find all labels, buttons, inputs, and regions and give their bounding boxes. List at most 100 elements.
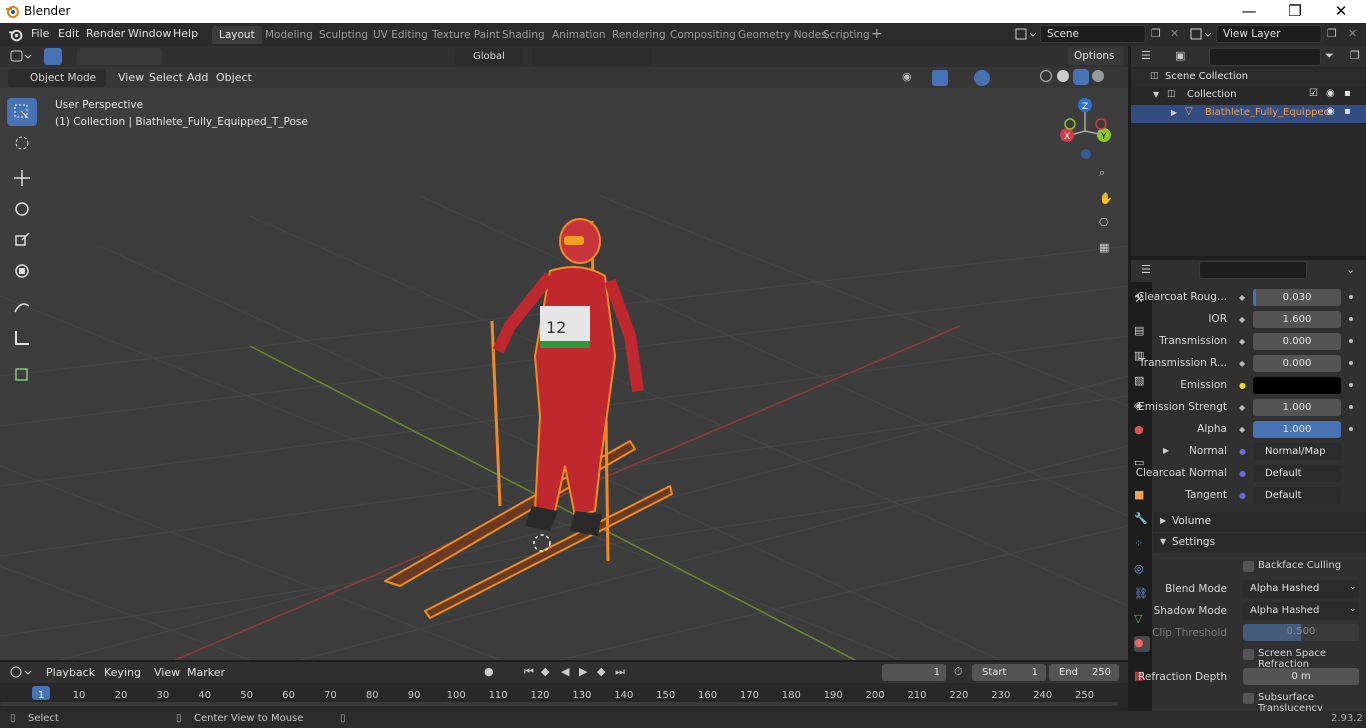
vector-socket-icon[interactable]: ● (1239, 447, 1247, 456)
blender-menu-icon[interactable] (8, 27, 23, 42)
new-scene-icon[interactable]: ❐ (1151, 27, 1161, 40)
color-socket-icon[interactable]: ● (1239, 381, 1247, 390)
tool-cursor[interactable] (7, 129, 37, 157)
emission-color-swatch[interactable] (1253, 377, 1341, 394)
collection-eye-icon[interactable]: ◉ (1326, 88, 1335, 99)
minimize-button[interactable]: — (1226, 0, 1272, 23)
clearcoat-normal-field[interactable]: Default (1253, 465, 1341, 482)
clip-threshold-field[interactable]: 0.500 (1243, 624, 1359, 641)
visibility-icon[interactable]: ◉ (902, 70, 912, 83)
viewport-menu-view[interactable]: View (118, 71, 144, 84)
keyframe-dot[interactable] (1349, 295, 1353, 299)
socket-icon[interactable]: ◆ (1239, 425, 1247, 434)
transmission-roughness-field[interactable]: 0.000 (1253, 355, 1341, 372)
jump-end-icon[interactable]: ⏭ (615, 665, 625, 679)
constraints-tab-icon[interactable]: ⛓ (1134, 587, 1150, 603)
marker-menu[interactable]: Marker (187, 666, 225, 679)
backface-culling-checkbox[interactable] (1243, 561, 1254, 572)
solid-shading-icon[interactable] (1057, 70, 1069, 82)
particles-tab-icon[interactable]: ⁘ (1134, 537, 1150, 553)
select-box-tool-icon[interactable] (44, 48, 62, 65)
keyframe-dot[interactable] (1349, 383, 1353, 387)
options-button[interactable]: Options (1068, 47, 1123, 65)
vector-socket-icon[interactable]: ● (1239, 469, 1247, 478)
physics-tab-icon[interactable]: ◎ (1134, 562, 1150, 578)
material-tab-icon[interactable]: ● (1134, 636, 1150, 652)
refraction-depth-field[interactable]: 0 m (1243, 668, 1359, 685)
socket-icon[interactable]: ◆ (1239, 337, 1247, 346)
viewport-menu-object[interactable]: Object (216, 71, 252, 84)
collection-camera-icon[interactable]: ▪ (1344, 88, 1351, 99)
properties-search-input[interactable] (1199, 261, 1307, 279)
socket-icon[interactable]: ◆ (1239, 315, 1247, 324)
menu-edit[interactable]: Edit (58, 27, 79, 40)
view-layer-selector-icon[interactable] (1190, 27, 1212, 42)
timeline-view-menu[interactable]: View (154, 666, 180, 679)
outliner-search-input[interactable] (1209, 48, 1321, 66)
scene-field[interactable]: Scene (1040, 25, 1146, 43)
outliner-row-scene-collection[interactable]: ◫ Scene Collection (1131, 69, 1366, 87)
tool-scale[interactable] (7, 226, 37, 254)
keyframe-dot[interactable] (1349, 339, 1353, 343)
settings-panel-header[interactable]: ▼ Settings (1153, 533, 1366, 553)
tangent-field[interactable]: Default (1253, 487, 1341, 504)
menu-help[interactable]: Help (173, 27, 198, 40)
biathlete-model[interactable]: 12 (380, 166, 680, 626)
tool-move[interactable] (7, 164, 37, 192)
socket-icon[interactable]: ◆ (1239, 359, 1247, 368)
shadow-mode-dropdown[interactable]: Alpha Hashed (1243, 602, 1359, 620)
normal-expand-icon[interactable]: ▶ (1163, 446, 1169, 455)
3d-viewport[interactable]: 12 Global Options Object Mode View Selec… (0, 46, 1128, 660)
object-eye-icon[interactable]: ◉ (1326, 106, 1335, 117)
tool-measure[interactable] (7, 324, 37, 352)
jump-start-icon[interactable]: ⏮ (524, 665, 534, 679)
next-keyframe-icon[interactable]: ◆ (597, 665, 605, 678)
screen-refraction-checkbox[interactable] (1243, 649, 1254, 660)
object-expand-icon[interactable]: ▶ (1171, 108, 1177, 117)
tool-select-box[interactable] (7, 98, 37, 126)
delete-view-layer-icon[interactable]: ✕ (1348, 27, 1357, 40)
ortho-toggle-icon[interactable]: ▦ (1099, 241, 1119, 261)
transmission-field[interactable]: 0.000 (1253, 333, 1341, 350)
record-icon[interactable]: ● (484, 665, 494, 678)
ior-field[interactable]: 1.600 (1253, 311, 1341, 328)
wireframe-shading-icon[interactable] (1040, 70, 1052, 82)
viewport-shading-controls[interactable]: ◉ (902, 69, 1112, 86)
outliner-display-mode-icon[interactable]: ▣ (1175, 49, 1185, 62)
material-preview-shading-icon[interactable] (1073, 69, 1089, 85)
view-layer-field[interactable]: View Layer (1216, 25, 1322, 43)
tool-transform[interactable] (7, 257, 37, 285)
alpha-field[interactable]: 1.000 (1253, 421, 1341, 438)
transform-orientation-dropdown[interactable]: Global (455, 48, 523, 65)
prev-keyframe-icon[interactable]: ◆ (541, 665, 549, 678)
navigation-gizmo[interactable]: Z X Y (1055, 96, 1115, 166)
menu-render[interactable]: Render (86, 27, 125, 40)
gizmo-toggle-icon[interactable] (932, 70, 948, 86)
camera-view-icon[interactable]: ⎔ (1099, 216, 1119, 236)
keyframe-dot[interactable] (1349, 427, 1353, 431)
overlay-toggle-icon[interactable] (974, 70, 990, 86)
tab-modeling[interactable]: Modeling (258, 26, 320, 44)
collection-checkbox-icon[interactable]: ☑ (1309, 88, 1318, 99)
socket-icon[interactable]: ◆ (1239, 293, 1247, 302)
tab-animation[interactable]: Animation (545, 26, 613, 44)
scene-selector-icon[interactable] (1015, 27, 1037, 42)
keyframe-dot[interactable] (1349, 405, 1353, 409)
blend-mode-dropdown[interactable]: Alpha Hashed (1243, 580, 1359, 598)
keying-menu[interactable]: Keying (104, 666, 141, 679)
object-tab-icon[interactable]: ■ (1134, 488, 1150, 504)
normal-input-field[interactable]: Normal/Map (1253, 443, 1341, 460)
maximize-button[interactable]: ❐ (1272, 0, 1318, 23)
editor-type-icon[interactable] (10, 49, 34, 64)
vector-socket-icon[interactable]: ● (1239, 491, 1247, 500)
rendered-shading-icon[interactable] (1092, 70, 1104, 82)
new-collection-icon[interactable]: ❐ (1350, 49, 1360, 62)
outliner-row-collection[interactable]: ▼ ◫ Collection ☑ ◉ ▪ (1131, 87, 1366, 105)
menu-file[interactable]: File (31, 27, 49, 40)
tab-scripting[interactable]: Scripting (816, 26, 877, 44)
new-view-layer-icon[interactable]: ❐ (1327, 27, 1337, 40)
filter-icon[interactable]: ⏷ (1325, 49, 1334, 63)
menu-window[interactable]: Window (128, 27, 171, 40)
volume-panel-header[interactable]: ▶ Volume (1153, 512, 1366, 532)
tool-annotate[interactable] (7, 293, 37, 321)
